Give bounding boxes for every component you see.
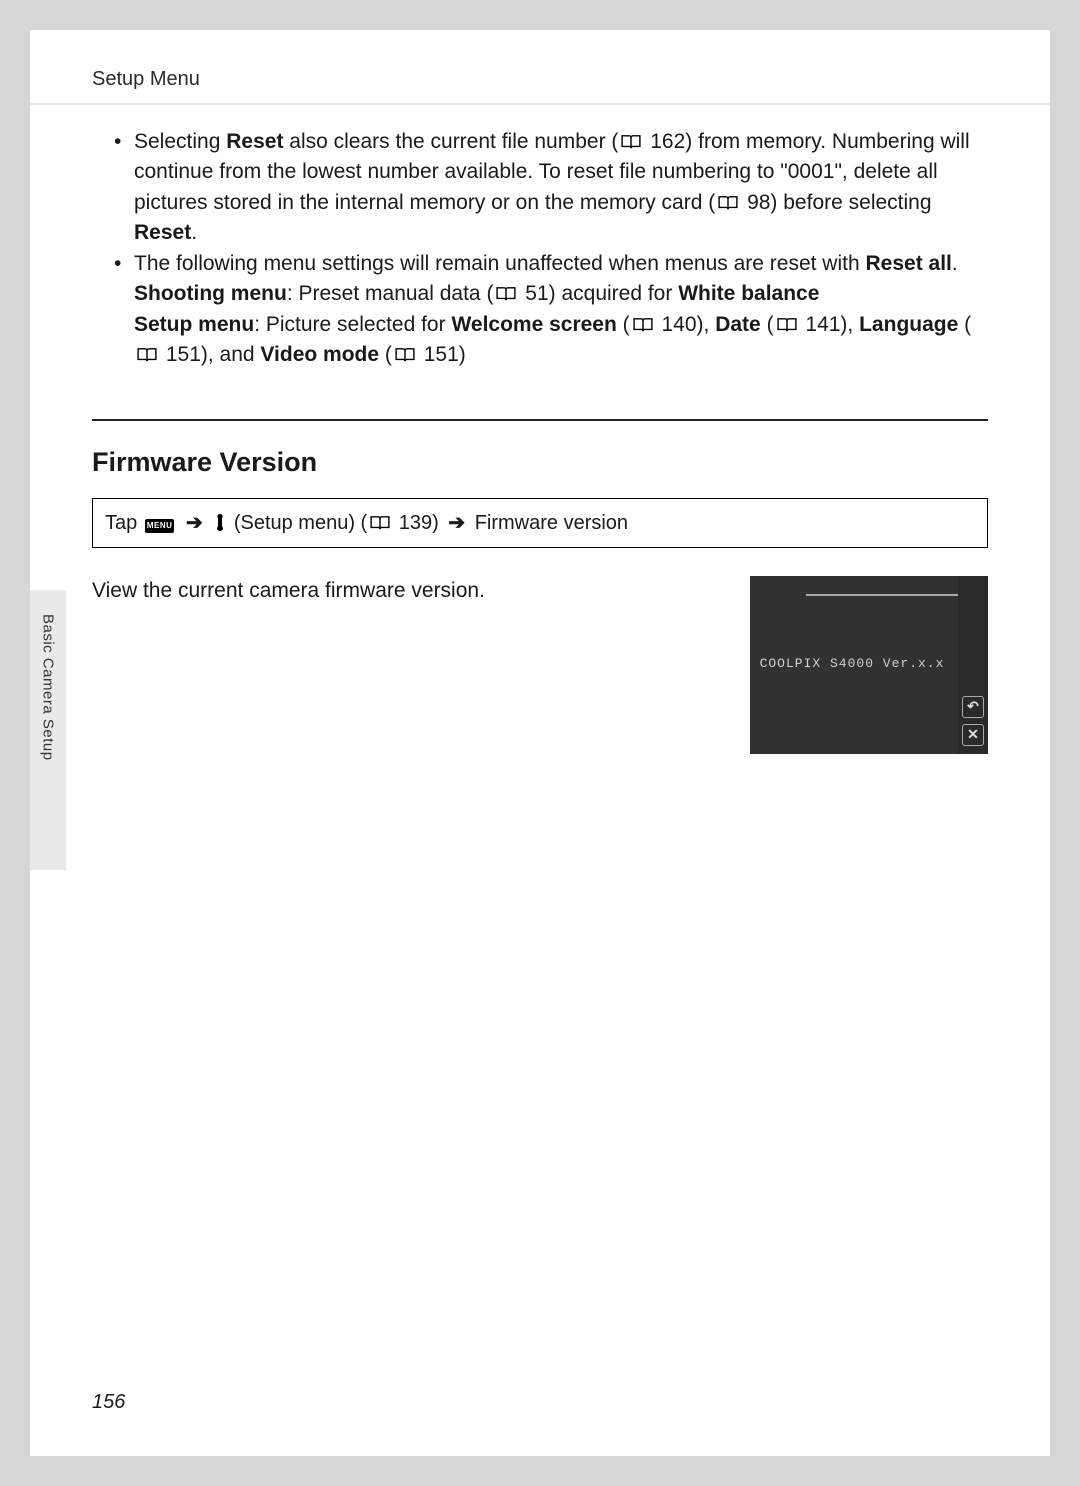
- reset-label-2: Reset: [134, 221, 191, 244]
- welcome-screen-label: Welcome screen: [451, 313, 616, 336]
- book-icon: [495, 286, 517, 302]
- bullet-item-1: Selecting Reset also clears the current …: [114, 127, 988, 249]
- language-label: Language: [859, 313, 958, 336]
- undo-icon: ↶: [962, 696, 984, 718]
- book-icon: [776, 317, 798, 333]
- video-mode-label: Video mode: [260, 343, 379, 366]
- white-balance-label: White balance: [678, 282, 819, 305]
- navigation-path-box: Tap MENU ➔ (Setup menu) ( 139) ➔ Firmwar…: [92, 498, 988, 548]
- book-icon: [632, 317, 654, 333]
- section-divider: [92, 419, 988, 421]
- side-tab: Basic Camera Setup: [30, 590, 66, 870]
- reset-all-label: Reset all: [865, 252, 951, 275]
- book-icon: [136, 347, 158, 363]
- section-title-firmware: Firmware Version: [92, 447, 988, 478]
- close-icon: ✕: [962, 724, 984, 746]
- book-icon: [394, 347, 416, 363]
- page-header-title: Setup Menu: [30, 30, 1050, 105]
- setup-menu-label: Setup menu: [134, 313, 254, 336]
- arrow-icon: ➔: [448, 509, 465, 537]
- firmware-description: View the current camera firmware version…: [92, 576, 722, 606]
- wrench-icon: [212, 513, 228, 531]
- firmware-version-text: COOLPIX S4000 Ver.x.x: [750, 656, 954, 671]
- book-icon: [369, 515, 391, 531]
- arrow-icon: ➔: [186, 509, 203, 537]
- screen-divider: [806, 594, 958, 596]
- camera-screen-preview: COOLPIX S4000 Ver.x.x ↶ ✕: [750, 576, 988, 754]
- side-tab-label: Basic Camera Setup: [40, 614, 57, 761]
- book-icon: [717, 195, 739, 211]
- shooting-menu-label: Shooting menu: [134, 282, 287, 305]
- bullet-item-2: The following menu settings will remain …: [114, 249, 988, 371]
- date-label: Date: [715, 313, 761, 336]
- menu-badge-icon: MENU: [145, 519, 175, 533]
- page-number: 156: [92, 1391, 125, 1414]
- bullet-list: Selecting Reset also clears the current …: [114, 127, 988, 371]
- book-icon: [620, 134, 642, 150]
- reset-label: Reset: [226, 130, 283, 153]
